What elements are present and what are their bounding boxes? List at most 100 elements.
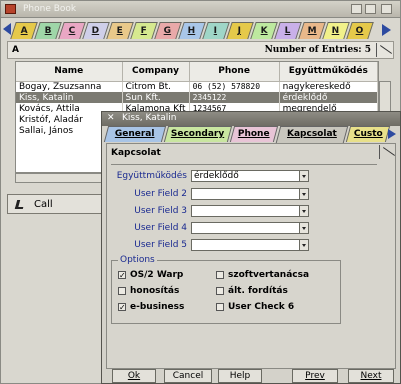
maximize-button[interactable]: [365, 4, 376, 14]
user-field-4-combo[interactable]: [191, 222, 309, 234]
tab-phone[interactable]: Phone: [229, 126, 279, 142]
cell-phone: 2345122: [189, 92, 280, 103]
cancel-button[interactable]: Cancel: [164, 369, 212, 383]
checkbox-os2-warp[interactable]: ✓: [118, 271, 126, 280]
alphabet-tab-l[interactable]: L: [274, 22, 302, 39]
alphabet-tab-label: M: [307, 26, 317, 36]
checkbox-label: OS/2 Warp: [130, 270, 184, 280]
alphabet-tab-label: O: [355, 26, 364, 36]
table-row[interactable]: Bogay, Zsuzsanna Citrom Bt. 06 (52) 5788…: [16, 81, 378, 92]
dropdown-arrow-icon[interactable]: [299, 171, 308, 181]
alphabet-tab-label: G: [163, 26, 172, 36]
tab-label: Phone: [238, 129, 270, 139]
alphabet-tab-a[interactable]: A: [10, 22, 38, 39]
field-label-cooperation: Együttműködés: [116, 171, 187, 181]
field-label-user-2: User Field 2: [134, 189, 187, 199]
alphabet-tab-j[interactable]: J: [226, 22, 254, 39]
page-corner-icon[interactable]: [379, 145, 395, 159]
ok-button[interactable]: Ok: [112, 369, 156, 383]
alphabet-tab-d[interactable]: D: [82, 22, 110, 39]
alphabet-tab-h[interactable]: H: [178, 22, 206, 39]
contact-dialog: ✕ Kiss, Katalin General Secondary Phone Kap…: [101, 111, 401, 384]
tab-kapcsolat[interactable]: Kapcsolat: [275, 126, 349, 143]
dialog-tab-scroll-right-icon[interactable]: [388, 129, 396, 139]
alphabet-tab-label: D: [91, 26, 100, 36]
column-header-cooperation[interactable]: Együttműködés: [279, 62, 378, 82]
alphabet-tab-f[interactable]: F: [130, 22, 158, 39]
alphabet-tab-e[interactable]: E: [106, 22, 134, 39]
alphabet-tab-i[interactable]: I: [202, 22, 230, 39]
help-button[interactable]: Help: [218, 369, 262, 383]
checkbox-szoftvertanacsa[interactable]: [216, 271, 224, 279]
dropdown-arrow-icon[interactable]: [299, 223, 308, 233]
tab-label: Kapcsolat: [287, 129, 337, 139]
alphabet-tab-label: H: [187, 26, 196, 36]
button-label: Prev: [305, 371, 325, 381]
options-legend: Options: [118, 255, 157, 265]
tab-general[interactable]: General: [103, 126, 167, 142]
entries-count: Number of Entries: 5: [264, 45, 371, 55]
alphabet-tab-label: C: [68, 26, 75, 36]
alphabet-tab-b[interactable]: B: [34, 22, 62, 39]
tab-custo[interactable]: Custo: [345, 126, 391, 142]
user-field-5-combo[interactable]: [191, 239, 309, 251]
column-header-company[interactable]: Company: [122, 62, 190, 82]
dropdown-arrow-icon[interactable]: [299, 189, 308, 199]
button-label: Help: [229, 371, 251, 381]
call-button[interactable]: Call: [7, 194, 103, 214]
button-label: Cancel: [172, 371, 204, 381]
table-header-row: Name Company Phone Együttműködés: [16, 62, 378, 82]
kapcsolat-panel: Kapcsolat Együttműködés érdeklődő User F…: [106, 143, 396, 369]
button-label: Next: [360, 371, 382, 381]
checkbox-user-check-6[interactable]: [216, 303, 224, 311]
dialog-title: Kiss, Katalin: [122, 113, 177, 123]
checkbox-label: User Check 6: [228, 302, 295, 312]
cell-phone: 06 (52) 578820: [189, 81, 280, 92]
checkbox-honositas[interactable]: [118, 287, 126, 295]
cooperation-combo[interactable]: érdeklődő: [191, 170, 309, 182]
scroll-left-arrow-icon[interactable]: [3, 23, 11, 35]
dialog-titlebar[interactable]: ✕ Kiss, Katalin: [102, 112, 400, 126]
dialog-close-icon[interactable]: ✕: [107, 113, 115, 123]
alphabet-tab-g[interactable]: G: [154, 22, 182, 39]
phone-book-app-icon[interactable]: [5, 4, 16, 14]
alphabet-tab-m[interactable]: M: [298, 22, 326, 39]
table-horizontal-scrollbar[interactable]: [15, 173, 103, 183]
alphabet-tab-label: N: [331, 26, 340, 36]
user-field-3-combo[interactable]: [191, 205, 309, 217]
minimize-button[interactable]: [351, 4, 362, 14]
cell-status: érdeklődő: [279, 92, 378, 103]
dropdown-arrow-icon[interactable]: [299, 240, 308, 250]
column-header-phone[interactable]: Phone: [189, 62, 280, 82]
checkbox-alt-forditas[interactable]: [216, 287, 224, 295]
user-field-2-combo[interactable]: [191, 188, 309, 200]
close-button[interactable]: [381, 4, 392, 14]
cell-status: nagykereskedő: [279, 81, 378, 92]
checkbox-e-business[interactable]: ✓: [118, 303, 126, 312]
alphabet-tab-bar: A B C D E F G H I J K L M N O: [1, 19, 400, 41]
alphabet-tab-o[interactable]: O: [346, 22, 374, 39]
alphabet-tab-label: E: [116, 26, 123, 36]
alphabet-tab-c[interactable]: C: [58, 22, 86, 39]
options-group: Options ✓ OS/2 Warp szoftvertanácsa hono…: [111, 255, 341, 324]
tab-label: Custo: [353, 129, 383, 139]
next-button[interactable]: Next: [348, 369, 394, 383]
column-header-name[interactable]: Name: [16, 62, 123, 82]
alphabet-tab-label: L: [284, 26, 291, 36]
alphabet-tab-label: F: [140, 26, 147, 36]
table-row[interactable]: Kiss, Katalin Sun Kft. 2345122 érdeklődő: [16, 92, 378, 103]
alphabet-tab-n[interactable]: N: [322, 22, 350, 39]
tab-secondary[interactable]: Secondary: [163, 126, 233, 142]
checkbox-label: honosítás: [130, 286, 180, 296]
checkbox-label: e-business: [130, 302, 185, 312]
alphabet-tab-label: B: [44, 26, 52, 36]
scroll-right-arrow-icon[interactable]: [382, 24, 391, 36]
phone-book-titlebar[interactable]: Phone Book: [1, 1, 400, 18]
alphabet-tab-k[interactable]: K: [250, 22, 278, 39]
tab-label: Secondary: [171, 129, 225, 139]
dropdown-arrow-icon[interactable]: [299, 206, 308, 216]
letter-header-bar: A Number of Entries: 5: [7, 41, 394, 59]
phone-handset-icon: [14, 200, 26, 209]
prev-button[interactable]: Prev: [292, 369, 338, 383]
page-corner-icon[interactable]: [376, 43, 392, 57]
